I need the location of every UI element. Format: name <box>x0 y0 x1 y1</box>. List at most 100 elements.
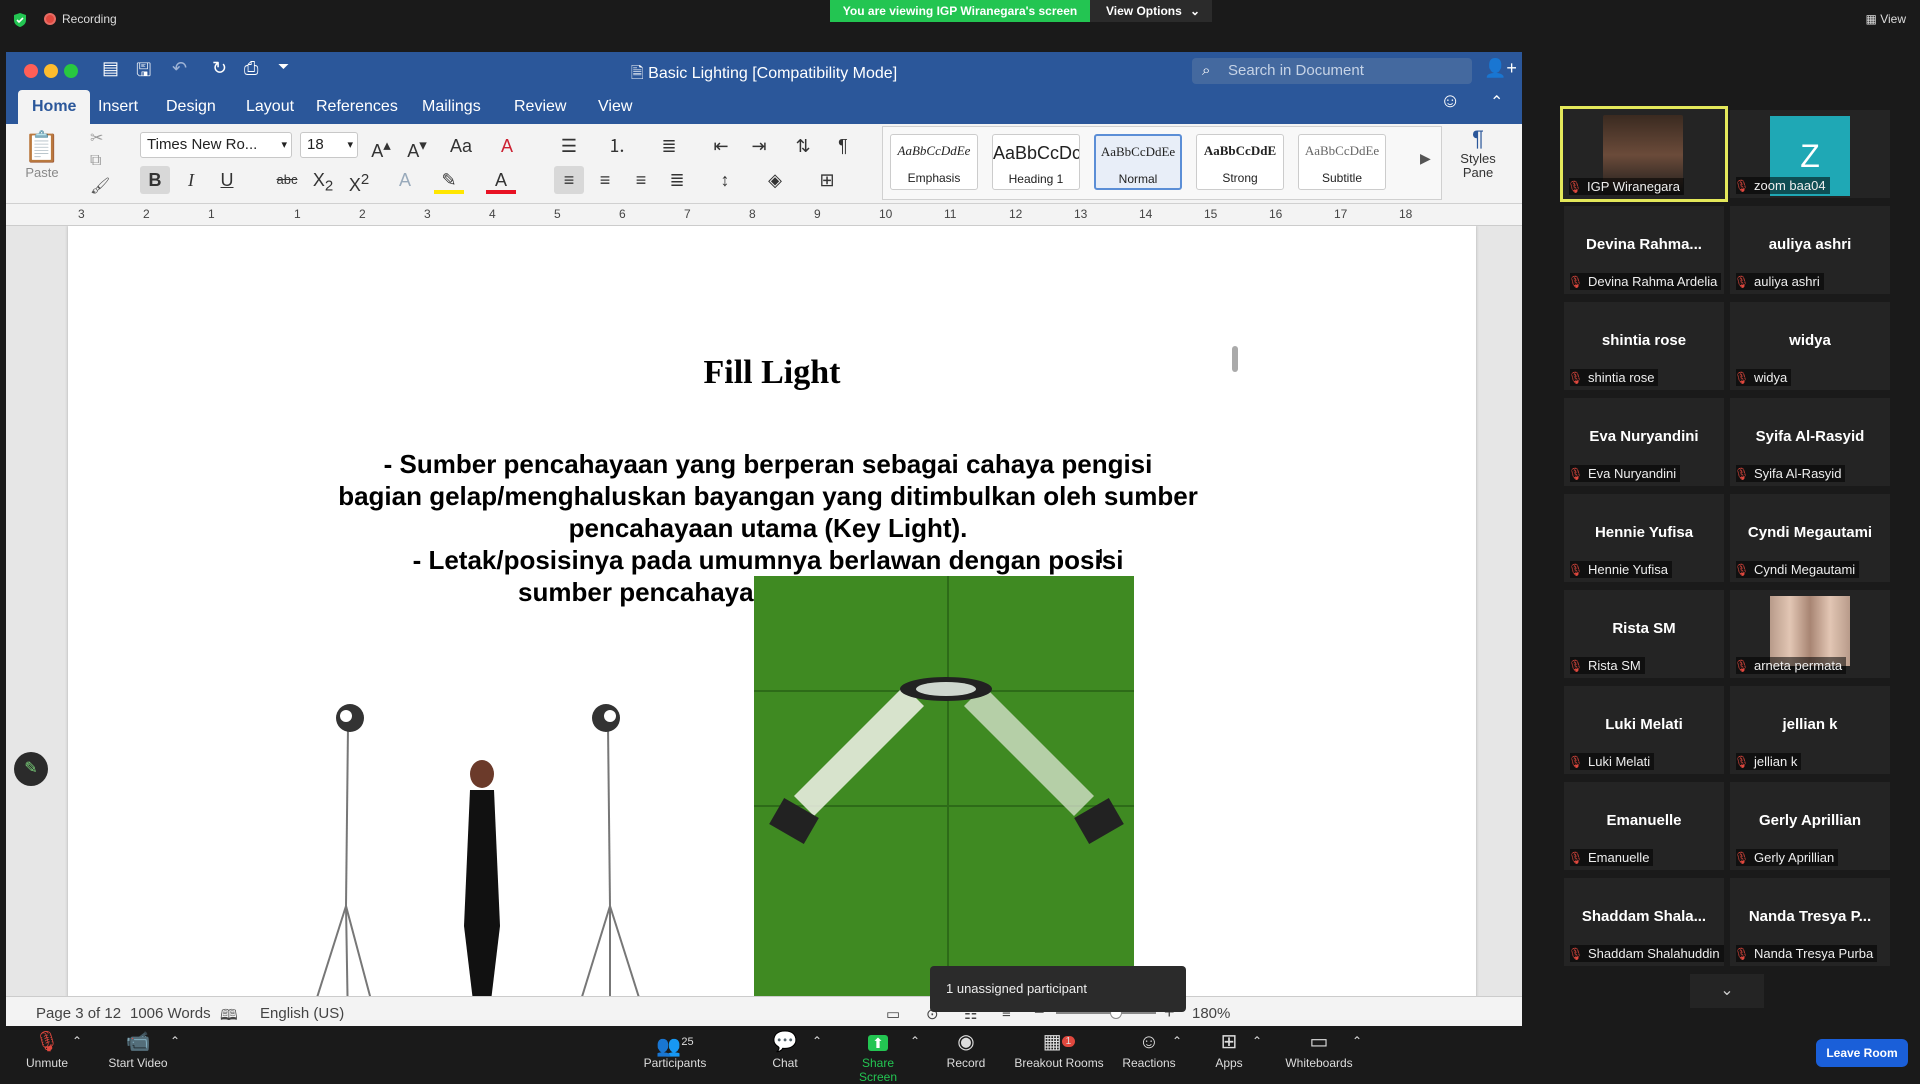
share-screen-button[interactable]: ⬆ Share Screen <box>842 1028 914 1084</box>
participant-tile[interactable]: shintia rose shintia rose 🎙 <box>1564 302 1724 390</box>
breakout-rooms-button[interactable]: ▦ 1 Breakout Rooms <box>1014 1028 1104 1070</box>
font-name-select[interactable]: Times New Ro... ▾ <box>140 132 292 158</box>
language-label[interactable]: English (US) <box>260 1005 344 1022</box>
share-icon[interactable]: 👤+ <box>1484 58 1517 79</box>
chat-button[interactable]: 💬 Chat <box>768 1028 802 1070</box>
participant-tile[interactable]: Luki Melati Luki Melati 🎙 <box>1564 686 1724 774</box>
paste-button[interactable]: 📋 Paste <box>18 130 66 180</box>
page-count[interactable]: Page 3 of 12 <box>36 1005 121 1022</box>
clear-formatting-icon[interactable]: A <box>492 132 522 160</box>
participant-tile[interactable]: auliya ashri auliya ashri 🎙 <box>1730 206 1890 294</box>
superscript-button[interactable]: X2 <box>344 166 374 195</box>
multilevel-list-icon[interactable]: ≣ <box>654 132 684 160</box>
borders-icon[interactable]: ⊞ <box>812 166 842 194</box>
decrease-indent-icon[interactable]: ⇤ <box>706 132 736 160</box>
collapse-ribbon-icon[interactable]: ⌃ <box>1490 92 1503 112</box>
participant-tile[interactable]: Rista SM Rista SM 🎙 <box>1564 590 1724 678</box>
align-right-icon[interactable]: ≡ <box>626 166 656 194</box>
participant-tile[interactable]: Cyndi Megautami Cyndi Megautami 🎙 <box>1730 494 1890 582</box>
document-page[interactable]: Fill Light - Sumber pencahayaan yang ber… <box>68 226 1476 1022</box>
numbering-icon[interactable]: ⒈ <box>602 132 632 160</box>
gallery-scroll-down-button[interactable]: ⌄ <box>1690 974 1764 1008</box>
smiley-icon[interactable]: ☺ <box>1440 90 1460 113</box>
start-video-button[interactable]: 📹 Start Video <box>104 1028 172 1070</box>
cut-icon[interactable]: ✂ <box>90 128 103 148</box>
search-in-document-input[interactable]: ⌕ Search in Document <box>1192 58 1472 84</box>
tab-view[interactable]: View <box>584 92 646 122</box>
zoom-level[interactable]: 180% <box>1192 1005 1230 1022</box>
whiteboards-options-icon[interactable]: ⌃ <box>1352 1034 1362 1048</box>
bullets-icon[interactable]: ☰ <box>554 132 584 160</box>
bold-button[interactable]: B <box>140 166 170 194</box>
participant-tile[interactable]: Nanda Tresya P... Nanda Tresya Purba 🎙 <box>1730 878 1890 966</box>
align-center-icon[interactable]: ≡ <box>590 166 620 194</box>
underline-button[interactable]: U <box>212 166 242 194</box>
styles-more-arrow-icon[interactable]: ▶ <box>1420 150 1431 167</box>
annotate-pen-button[interactable]: ✎ <box>14 752 48 786</box>
participant-tile[interactable]: jellian k jellian k 🎙 <box>1730 686 1890 774</box>
chat-options-icon[interactable]: ⌃ <box>812 1034 822 1048</box>
apps-button[interactable]: ⊞ Apps <box>1214 1028 1244 1070</box>
ruler[interactable]: 3 2 1 1 2 3 4 5 6 7 8 9 10 11 12 13 14 15 16 17 18 <box>6 204 1522 226</box>
sort-icon[interactable]: ⇅ <box>788 132 818 160</box>
whiteboards-button[interactable]: ▭ Whiteboards <box>1282 1028 1356 1070</box>
participant-tile[interactable]: Emanuelle Emanuelle 🎙 <box>1564 782 1724 870</box>
subscript-button[interactable]: X2 <box>308 166 338 195</box>
shading-icon[interactable]: ◈ <box>760 166 790 194</box>
share-options-icon[interactable]: ⌃ <box>910 1034 920 1048</box>
tab-layout[interactable]: Layout <box>232 92 308 122</box>
styles-pane-button[interactable]: ¶ Styles Pane <box>1450 126 1506 180</box>
style-normal[interactable]: AaBbCcDdEe Normal <box>1094 134 1182 190</box>
tab-review[interactable]: Review <box>500 92 580 122</box>
style-emphasis[interactable]: AaBbCcDdEe Emphasis <box>890 134 978 190</box>
line-spacing-icon[interactable]: ↕ <box>710 166 740 194</box>
print-layout-icon[interactable]: ▭ <box>886 1005 900 1023</box>
participant-tile[interactable]: arneta permata 🎙 <box>1730 590 1890 678</box>
participant-tile[interactable]: Shaddam Shala... Shaddam Shalahuddin 🎙 <box>1564 878 1724 966</box>
unmute-button[interactable]: 🎙 Unmute <box>20 1028 74 1070</box>
audio-options-icon[interactable]: ⌃ <box>72 1034 82 1048</box>
shrink-font-icon[interactable]: A▾ <box>402 132 432 161</box>
justify-icon[interactable]: ≣ <box>662 166 692 194</box>
participant-tile[interactable]: IGP Wiranegara 🎙 <box>1560 106 1728 202</box>
reactions-options-icon[interactable]: ⌃ <box>1172 1034 1182 1048</box>
copy-icon[interactable]: ⧉ <box>90 152 101 170</box>
tab-design[interactable]: Design <box>152 92 230 122</box>
participant-tile[interactable]: Syifa Al-Rasyid Syifa Al-Rasyid 🎙 <box>1730 398 1890 486</box>
participant-tile[interactable]: Eva Nuryandini Eva Nuryandini 🎙 <box>1564 398 1724 486</box>
grow-font-icon[interactable]: A▴ <box>366 132 396 161</box>
tab-mailings[interactable]: Mailings <box>408 92 495 122</box>
tab-home[interactable]: Home <box>18 90 91 124</box>
video-options-icon[interactable]: ⌃ <box>170 1034 180 1048</box>
style-heading-1[interactable]: AaBbCcDc Heading 1 <box>992 134 1080 190</box>
reactions-button[interactable]: ☺ Reactions <box>1122 1028 1176 1070</box>
text-effects-icon[interactable]: A <box>390 166 420 194</box>
highlight-color-icon[interactable]: ✎ <box>434 166 464 194</box>
font-color-icon[interactable]: A <box>486 166 516 194</box>
zoom-slider[interactable] <box>1056 1012 1156 1014</box>
view-options-button[interactable]: View Options ⌄ <box>1090 0 1212 22</box>
tab-insert[interactable]: Insert <box>84 92 152 122</box>
participant-tile[interactable]: Devina Rahma... Devina Rahma Ardelia 🎙 <box>1564 206 1724 294</box>
tab-references[interactable]: References <box>302 92 412 122</box>
vertical-scrollbar[interactable] <box>1232 346 1238 372</box>
font-size-select[interactable]: 18 ▾ <box>300 132 358 158</box>
participant-tile[interactable]: Zzoom baa04 🎙 <box>1730 110 1890 198</box>
italic-button[interactable]: I <box>176 166 206 194</box>
participant-tile[interactable]: widya widya 🎙 <box>1730 302 1890 390</box>
leave-room-button[interactable]: Leave Room <box>1816 1039 1908 1067</box>
show-paragraph-marks-icon[interactable]: ¶ <box>828 132 858 160</box>
strikethrough-button[interactable]: abc <box>272 166 302 194</box>
format-painter-icon[interactable]: 🖌 <box>90 176 110 196</box>
participants-button[interactable]: 👥25 Participants <box>640 1028 710 1070</box>
change-case-icon[interactable]: Aa <box>446 132 476 160</box>
align-left-icon[interactable]: ≡ <box>554 166 584 194</box>
document-area[interactable]: Fill Light - Sumber pencahayaan yang ber… <box>6 226 1522 1022</box>
apps-options-icon[interactable]: ⌃ <box>1252 1034 1262 1048</box>
style-subtitle[interactable]: AaBbCcDdEe Subtitle <box>1298 134 1386 190</box>
participant-tile[interactable]: Hennie Yufisa Hennie Yufisa 🎙 <box>1564 494 1724 582</box>
increase-indent-icon[interactable]: ⇥ <box>744 132 774 160</box>
word-count[interactable]: 1006 Words <box>130 1005 211 1022</box>
record-button[interactable]: ◉ Record <box>946 1028 986 1070</box>
style-strong[interactable]: AaBbCcDdE Strong <box>1196 134 1284 190</box>
